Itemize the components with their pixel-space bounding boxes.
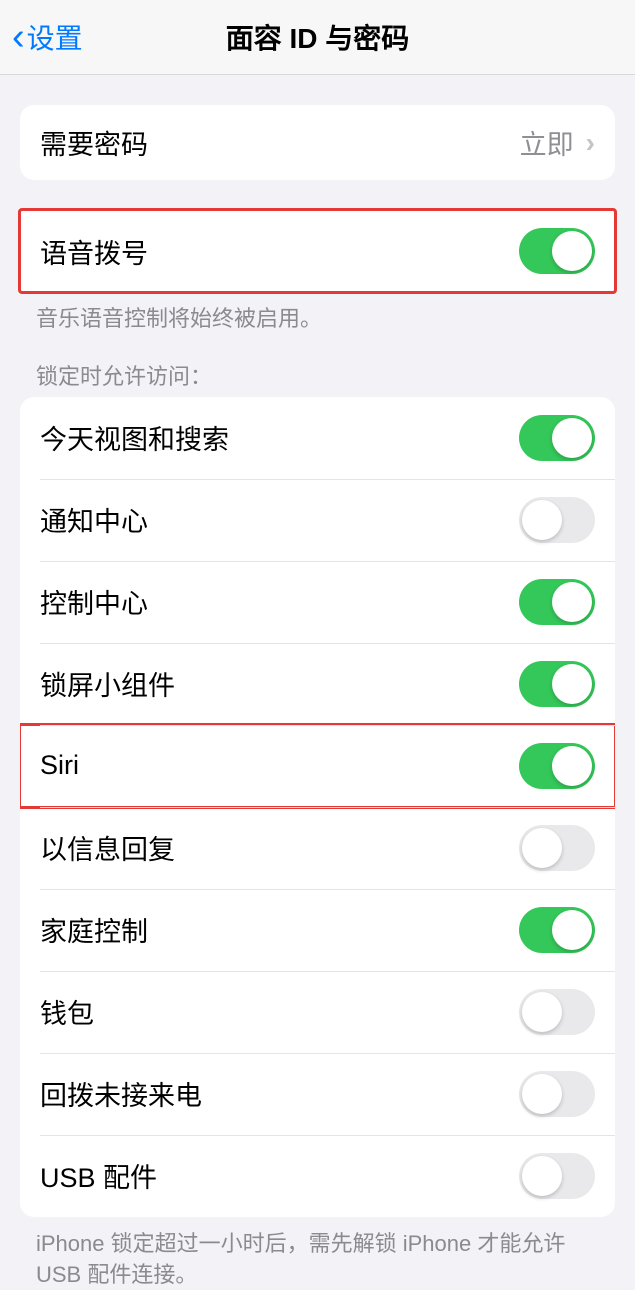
notification-center-toggle[interactable] [519,497,595,543]
control-center-label: 控制中心 [40,582,148,621]
home-control-row: 家庭控制 [20,889,615,971]
voice-dial-row: 语音拨号 [20,210,615,292]
siri-toggle[interactable] [519,743,595,789]
return-missed-calls-row: 回拨未接来电 [20,1053,615,1135]
reply-message-label: 以信息回复 [40,828,175,867]
chevron-left-icon: ‹ [12,18,25,56]
today-view-toggle[interactable] [519,415,595,461]
home-control-toggle[interactable] [519,907,595,953]
page-title: 面容 ID 与密码 [226,17,410,57]
usb-accessories-label: USB 配件 [40,1156,157,1195]
wallet-row: 钱包 [20,971,615,1053]
voice-dial-footer: 音乐语音控制将始终被启用。 [36,304,599,335]
voice-dial-label: 语音拨号 [40,232,148,271]
today-view-label: 今天视图和搜索 [40,418,229,457]
voice-dial-group: 语音拨号 [20,210,615,292]
siri-row: Siri [20,725,615,807]
reply-message-toggle[interactable] [519,825,595,871]
lock-screen-widgets-toggle[interactable] [519,661,595,707]
usb-accessories-toggle[interactable] [519,1153,595,1199]
require-passcode-row[interactable]: 需要密码 立即 › [20,105,615,180]
voice-dial-toggle[interactable] [519,228,595,274]
usb-footer: iPhone 锁定超过一小时后，需先解锁 iPhone 才能允许USB 配件连接… [36,1229,599,1290]
return-missed-calls-toggle[interactable] [519,1071,595,1117]
siri-label: Siri [40,750,79,781]
locked-access-header: 锁定时允许访问： [36,359,599,391]
notification-center-row: 通知中心 [20,479,615,561]
passcode-group: 需要密码 立即 › [20,105,615,180]
require-passcode-value: 立即 [520,123,574,162]
usb-accessories-row: USB 配件 [20,1135,615,1217]
lock-screen-widgets-row: 锁屏小组件 [20,643,615,725]
control-center-row: 控制中心 [20,561,615,643]
require-passcode-detail: 立即 › [520,123,595,162]
chevron-right-icon: › [586,127,595,159]
wallet-label: 钱包 [40,992,94,1031]
locked-access-group: 今天视图和搜索 通知中心 控制中心 锁屏小组件 Siri 以信息回复 家庭控制 [20,397,615,1217]
control-center-toggle[interactable] [519,579,595,625]
today-view-row: 今天视图和搜索 [20,397,615,479]
reply-message-row: 以信息回复 [20,807,615,889]
home-control-label: 家庭控制 [40,910,148,949]
require-passcode-label: 需要密码 [40,123,148,162]
lock-screen-widgets-label: 锁屏小组件 [40,664,175,703]
back-label: 设置 [27,17,83,57]
wallet-toggle[interactable] [519,989,595,1035]
nav-bar: ‹ 设置 面容 ID 与密码 [0,0,635,75]
notification-center-label: 通知中心 [40,500,148,539]
return-missed-calls-label: 回拨未接来电 [40,1074,202,1113]
back-button[interactable]: ‹ 设置 [0,17,83,57]
